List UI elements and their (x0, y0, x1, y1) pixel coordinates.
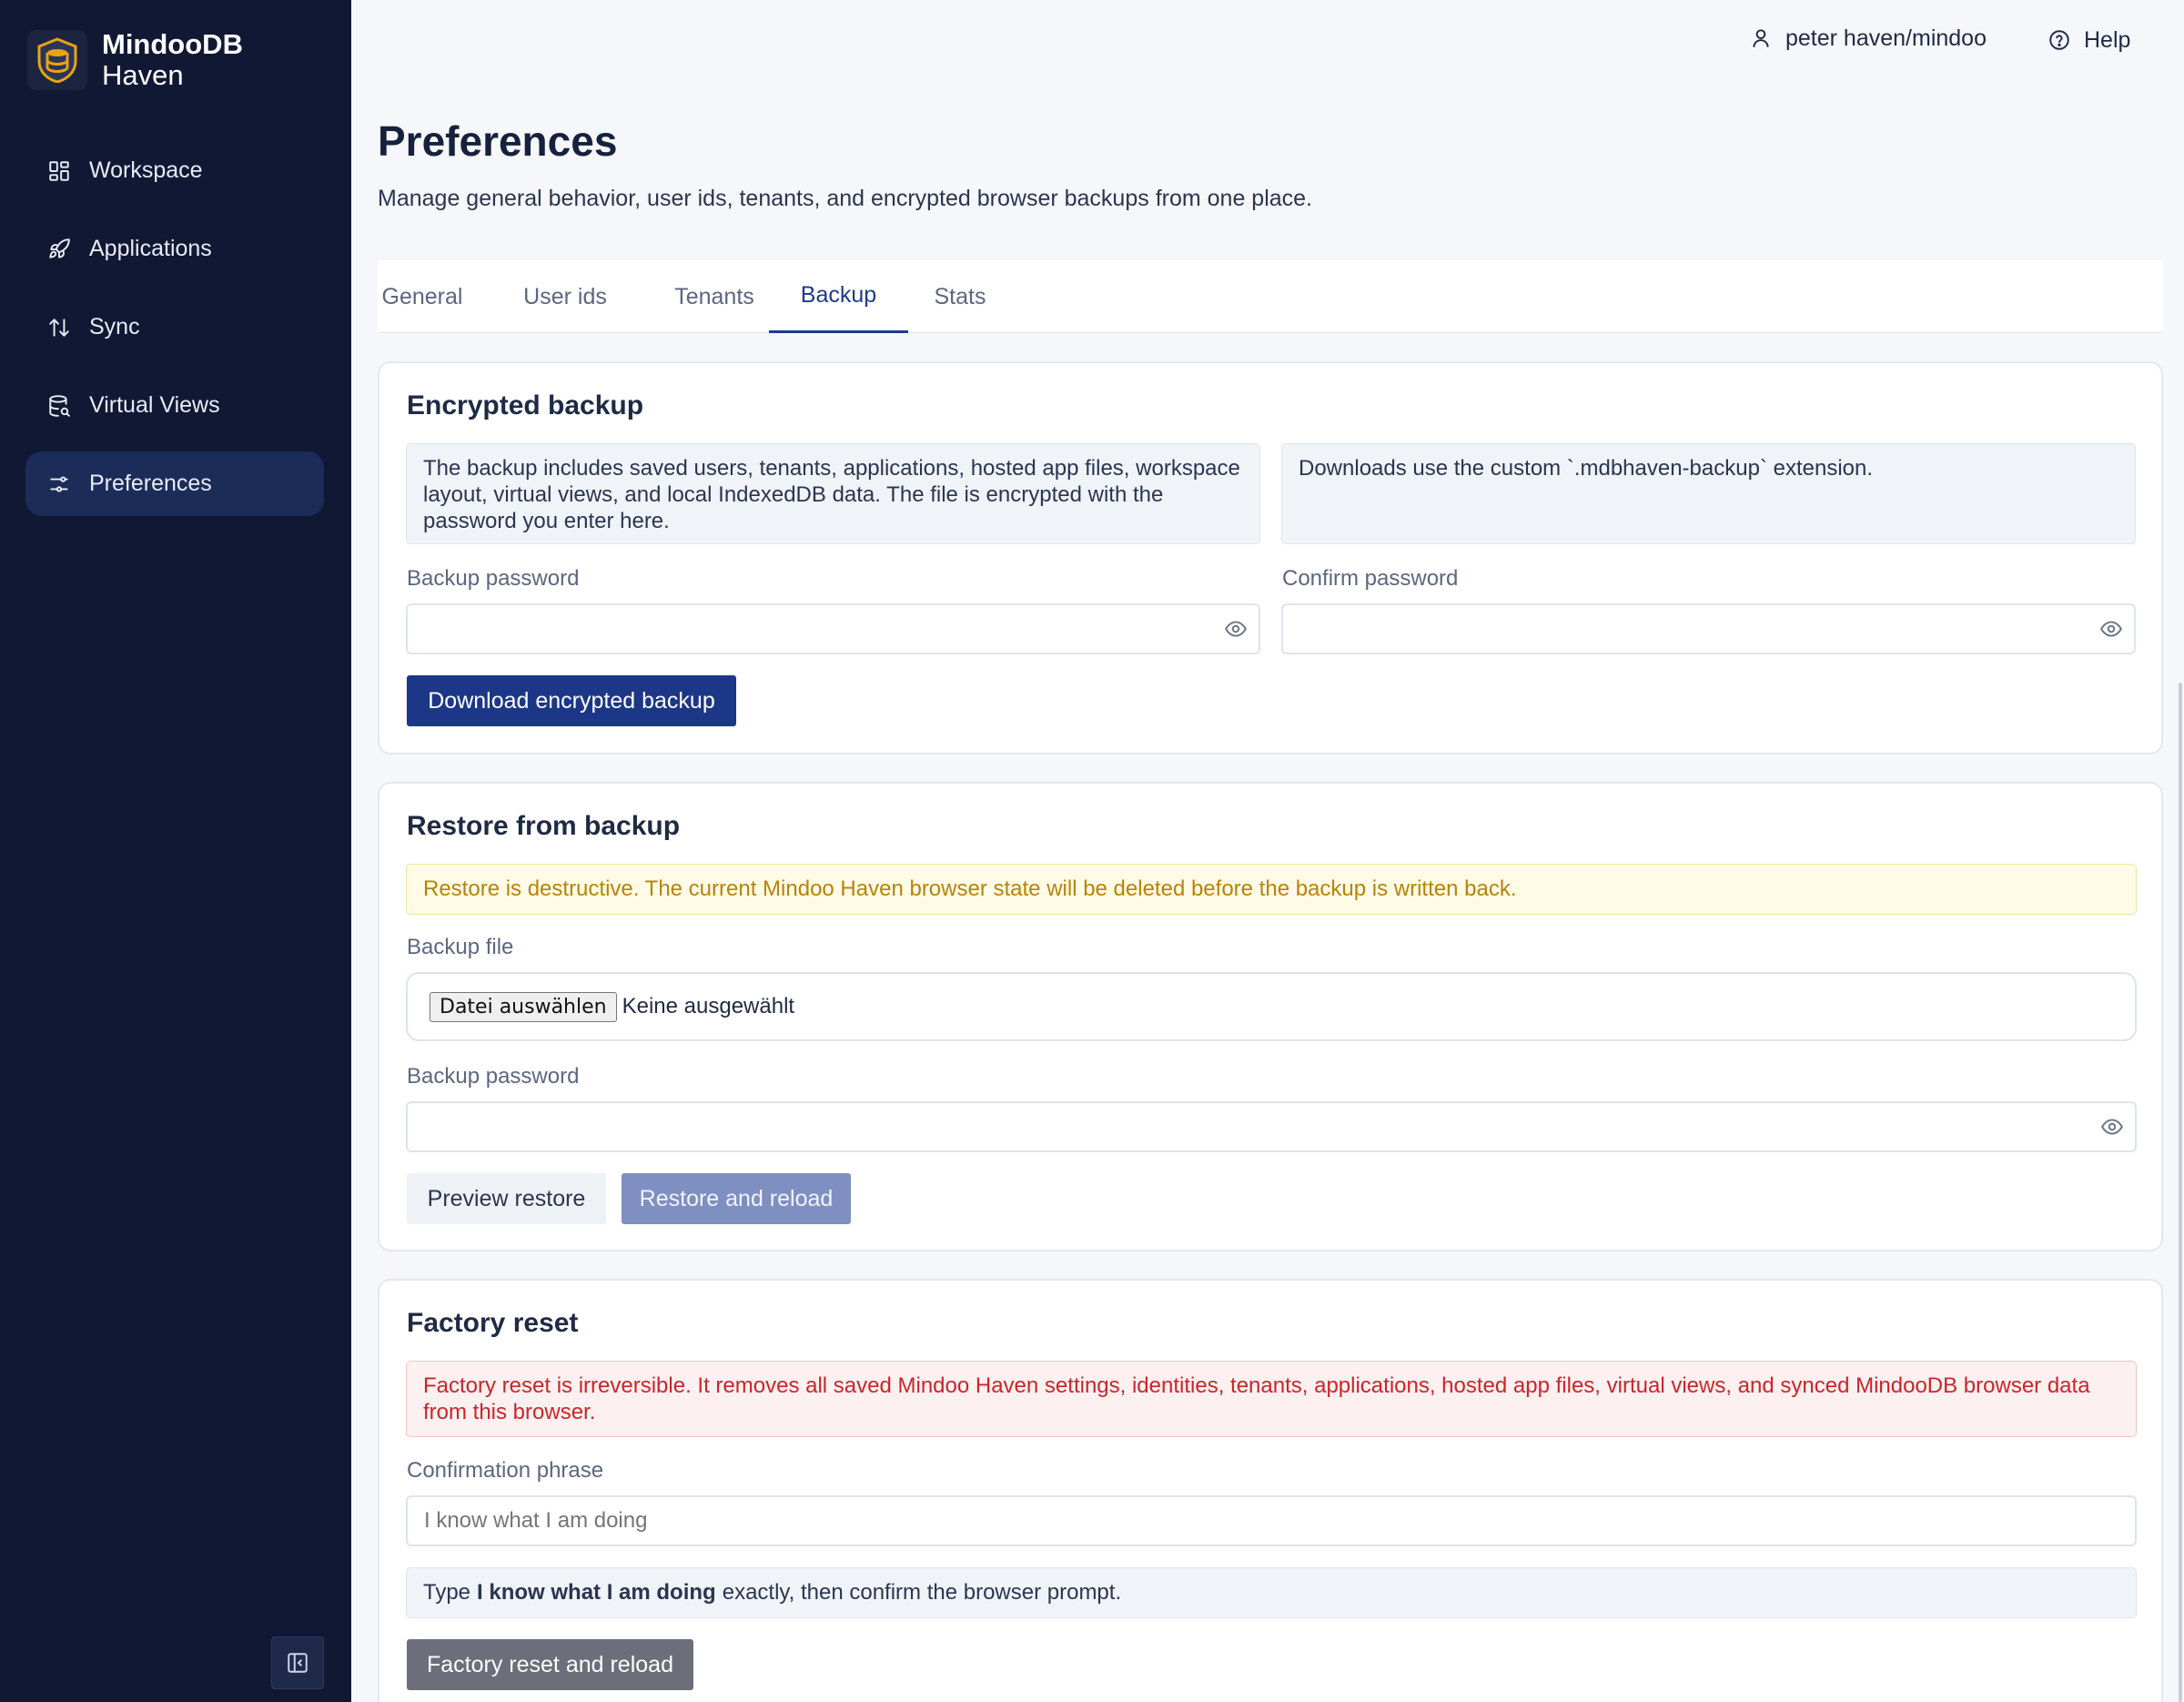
factory-reset-danger: Factory reset is irreversible. It remove… (406, 1361, 2137, 1437)
show-restore-password-icon[interactable] (2100, 1115, 2124, 1139)
restore-password-label: Backup password (407, 1064, 580, 1089)
sidebar-item-label: Applications (89, 236, 212, 261)
sidebar: MindooDB Haven Workspace Applications Sy… (0, 0, 351, 1702)
restore-warning: Restore is destructive. The current Mind… (406, 864, 2137, 915)
backup-extension-info: Downloads use the custom `.mdbhaven-back… (1281, 443, 2136, 544)
restore-card: Restore from backup Restore is destructi… (378, 782, 2163, 1251)
sidebar-item-label: Workspace (89, 157, 203, 183)
sidebar-item-virtual-views[interactable]: Virtual Views (25, 373, 324, 438)
brand[interactable]: MindooDB Haven (27, 28, 243, 92)
backup-password-input[interactable] (406, 603, 1260, 654)
page-scrollbar[interactable] (2179, 683, 2182, 1702)
restore-and-reload-button[interactable]: Restore and reload (622, 1173, 851, 1224)
app-subtitle: Haven (102, 59, 184, 92)
workspace-icon (47, 159, 71, 183)
sidebar-item-label: Sync (89, 314, 140, 339)
file-status: Keine ausgewählt (622, 994, 795, 1018)
download-backup-button[interactable]: Download encrypted backup (407, 675, 736, 726)
tab-tenants[interactable]: Tenants (662, 260, 766, 333)
show-password-icon[interactable] (1224, 617, 1248, 641)
confirm-password-input[interactable] (1281, 603, 2136, 654)
confirm-password-label: Confirm password (1282, 566, 1459, 591)
sidebar-item-sync[interactable]: Sync (25, 295, 324, 360)
backup-contents-info: The backup includes saved users, tenants… (406, 443, 1260, 544)
sidebar-nav: Workspace Applications Sync Virtual View… (25, 138, 324, 530)
sidebar-item-label: Preferences (89, 471, 212, 496)
database-search-icon (47, 394, 71, 418)
mindoodb-logo-icon (27, 30, 87, 91)
sidebar-item-label: Virtual Views (89, 392, 220, 418)
confirmation-hint: Type I know what I am doing exactly, the… (406, 1567, 2137, 1618)
page-title: Preferences (378, 117, 618, 165)
user-menu[interactable]: peter haven/mindoo (1749, 22, 1987, 55)
choose-file-button[interactable]: Datei auswählen (430, 991, 617, 1022)
confirmation-phrase-label: Confirmation phrase (407, 1458, 604, 1483)
hint-phrase: I know what I am doing (477, 1580, 716, 1605)
user-name: peter haven/mindoo (1785, 25, 1987, 51)
tab-stats[interactable]: Stats (918, 260, 1002, 333)
tab-backup[interactable]: Backup (769, 260, 908, 333)
help-label: Help (2084, 26, 2131, 53)
restore-password-input[interactable] (406, 1101, 2137, 1152)
sidebar-item-applications[interactable]: Applications (25, 217, 324, 281)
hint-prefix: Type (423, 1580, 471, 1605)
app-title: MindooDB (102, 28, 243, 60)
help-link[interactable]: Help (2048, 24, 2130, 56)
page-subtitle: Manage general behavior, user ids, tenan… (378, 186, 1313, 211)
preferences-tabs: General User ids Tenants Backup Stats (378, 260, 2163, 333)
rocket-icon (47, 238, 71, 261)
encrypted-backup-title: Encrypted backup (407, 390, 644, 420)
hint-suffix: exactly, then confirm the browser prompt… (722, 1580, 1122, 1605)
backup-file-input[interactable]: Datei auswählen Keine ausgewählt (406, 972, 2137, 1041)
factory-reset-card: Factory reset Factory reset is irreversi… (378, 1279, 2163, 1702)
sidebar-item-workspace[interactable]: Workspace (25, 138, 324, 203)
tab-general[interactable]: General (378, 260, 467, 333)
confirmation-phrase-input[interactable] (406, 1495, 2137, 1546)
backup-file-label: Backup file (407, 935, 514, 959)
collapse-sidebar-button[interactable] (271, 1636, 324, 1689)
sync-arrows-icon (47, 316, 71, 339)
help-circle-icon (2049, 30, 2069, 50)
preview-restore-button[interactable]: Preview restore (407, 1173, 606, 1224)
sliders-icon (47, 472, 71, 496)
restore-title: Restore from backup (407, 811, 681, 841)
encrypted-backup-card: Encrypted backup The backup includes sav… (378, 361, 2163, 755)
user-icon (1753, 29, 1769, 47)
show-confirm-password-icon[interactable] (2099, 617, 2123, 641)
factory-reset-title: Factory reset (407, 1308, 579, 1338)
tab-user-ids[interactable]: User ids (518, 260, 612, 333)
factory-reset-button[interactable]: Factory reset and reload (407, 1639, 693, 1690)
panel-collapse-icon (288, 1653, 308, 1673)
sidebar-item-preferences[interactable]: Preferences (25, 451, 324, 516)
backup-password-label: Backup password (407, 566, 580, 591)
